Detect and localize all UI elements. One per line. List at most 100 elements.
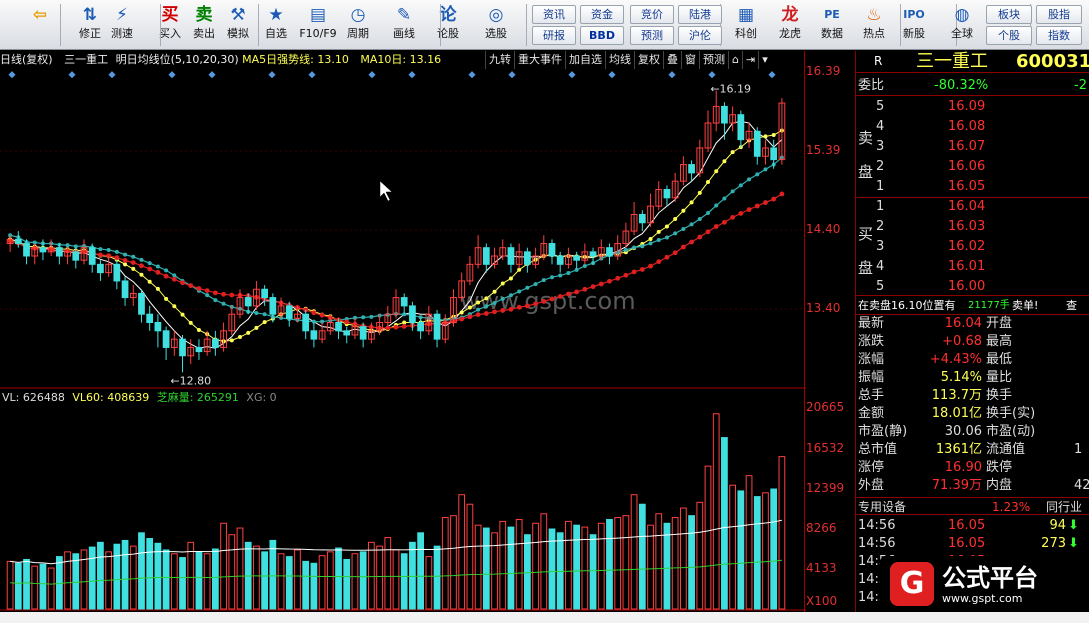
tick-row: 14:56 16.05 94 ⬇: [856, 517, 1089, 535]
candle-body: [211, 338, 219, 348]
candle-body: [72, 251, 80, 261]
chart-tab-6[interactable]: 窗: [681, 51, 699, 69]
toolbar-button-10[interactable]: 论论股: [428, 3, 468, 47]
toolbar-button-6[interactable]: ★ 自选: [256, 3, 296, 47]
volume-bar: [450, 515, 457, 610]
quick-button-6[interactable]: 预测: [630, 26, 674, 45]
ask-row[interactable]: 3 16.07: [856, 137, 1089, 157]
far-button-2[interactable]: 个股: [986, 26, 1032, 45]
volume-chart[interactable]: [0, 389, 806, 612]
toolbar-right-button-5[interactable]: ◍ 全球: [942, 3, 982, 47]
far-button-0[interactable]: 板块: [986, 5, 1032, 24]
toolbar-right-button-1[interactable]: 龙龙虎: [770, 3, 810, 47]
logo-text: 公式平台: [942, 563, 1038, 592]
chart-tab-5[interactable]: 叠: [663, 51, 681, 69]
volume-bar: [573, 524, 581, 610]
chart-tab-3[interactable]: 均线: [605, 51, 634, 69]
ma-dot: [180, 312, 185, 317]
stat-label: 涨幅: [858, 352, 885, 367]
bid-row[interactable]: 5 16.00: [856, 277, 1089, 297]
stock-title: 三一重工: [916, 51, 988, 72]
ma-dot: [541, 299, 547, 304]
period-label[interactable]: 日线(复权): [0, 53, 53, 66]
ma-dot: [238, 335, 242, 340]
ma-dot: [212, 290, 218, 296]
far-button-1[interactable]: 股指: [1036, 5, 1082, 24]
volume-bar: [491, 532, 498, 610]
candle-body: [55, 247, 63, 257]
mouse-cursor-icon: [379, 180, 393, 202]
ma-dot: [582, 263, 587, 268]
toolbar-button-7[interactable]: ▤ F10/F9: [298, 3, 338, 47]
quick-button-4[interactable]: 研报: [532, 26, 576, 45]
pencil-icon: ✎: [396, 5, 412, 25]
jump-icon[interactable]: ⇥: [741, 51, 758, 69]
volume-bar: [507, 526, 515, 610]
toolbar-button-5[interactable]: ⚒ 模拟: [218, 3, 258, 47]
quick-button-5[interactable]: BBD: [580, 26, 624, 45]
quick-button-3[interactable]: 陆港: [678, 5, 722, 24]
quick-button-7[interactable]: 沪伦: [678, 26, 722, 45]
toolbar-right-button-4[interactable]: IPO 新股: [894, 3, 934, 47]
toolbar-button-9[interactable]: ✎ 画线: [384, 3, 424, 47]
ask-row[interactable]: 5 16.09: [856, 97, 1089, 117]
toolbar-button-label: 模拟: [227, 27, 249, 40]
ma-dot: [123, 262, 128, 267]
ma-dot: [623, 247, 628, 252]
industry-button[interactable]: 同行业: [1046, 498, 1082, 516]
volume-bar: [425, 556, 433, 610]
toolbar-button-11[interactable]: ◎ 选股: [476, 3, 516, 47]
home-icon[interactable]: ⌂: [728, 51, 742, 69]
bid-row[interactable]: 4 16.01: [856, 257, 1089, 277]
bid-row[interactable]: 3 16.02: [856, 237, 1089, 257]
volume-bar: [745, 475, 753, 610]
candle-body: [433, 313, 441, 340]
ma-dot: [262, 312, 267, 317]
quick-button-2[interactable]: 竞价: [630, 5, 674, 24]
volume-bar: [409, 541, 416, 610]
chart-tab-4[interactable]: 复权: [634, 51, 663, 69]
fire-icon: ♨: [866, 5, 882, 25]
ma-dot: [656, 259, 662, 265]
chart-tab-7[interactable]: 预测: [699, 51, 728, 69]
toolbar-button-0[interactable]: ⇦: [20, 3, 60, 47]
ma-dot: [476, 300, 481, 305]
dropdown-icon[interactable]: ▾: [758, 51, 771, 69]
quick-button-0[interactable]: 资讯: [532, 5, 576, 24]
ma-dot: [664, 254, 670, 260]
notice-button[interactable]: 查: [1066, 296, 1077, 316]
toolbar: ⇦ ⇅ 修正 ⚡ 测速 买买入 卖卖出 ⚒ 模拟 ★ 自选 ▤ F10/F9 ◷ 周期 ✎ 画线论论股 ◎ 选股 资讯…: [0, 0, 1089, 50]
kline-chart[interactable]: www.gspt.com ←16.19 ←12.80: [0, 69, 806, 389]
toolbar-button-label: 热点: [863, 27, 885, 40]
ask-row[interactable]: 1 16.05: [856, 177, 1089, 197]
ma-dot: [771, 196, 777, 202]
ma-dot: [229, 338, 234, 343]
toolbar-button-8[interactable]: ◷ 周期: [338, 3, 378, 47]
quick-button-1[interactable]: 资金: [580, 5, 624, 24]
volume-tick: 16532: [806, 441, 845, 455]
far-button-3[interactable]: 指数: [1036, 26, 1082, 45]
chart-tab-2[interactable]: 加自选: [565, 51, 605, 69]
ask-price: 16.07: [948, 139, 986, 154]
chart-tab-1[interactable]: 重大事件: [514, 51, 565, 69]
ask-row[interactable]: 2 16.06: [856, 157, 1089, 177]
candle-body: [39, 247, 47, 253]
volume-bar: [704, 465, 712, 610]
tick-time: 14:56: [858, 536, 896, 551]
toolbar-right-button-0[interactable]: ▦ 科创: [726, 3, 766, 47]
ma-dot: [639, 267, 645, 272]
stock-pick-icon: ◎: [488, 5, 504, 25]
ma-dot: [557, 294, 563, 299]
ask-row[interactable]: 4 16.08: [856, 117, 1089, 137]
toolbar-button-2[interactable]: ⚡ 测速: [102, 3, 142, 47]
ma-dot: [730, 189, 735, 194]
ma-dot: [484, 304, 489, 309]
bid-row[interactable]: 1 16.04: [856, 197, 1089, 217]
stat-label-2: 跌停: [986, 460, 1013, 475]
toolbar-right-button-2[interactable]: PE 数据: [812, 3, 852, 47]
chart-tab-0[interactable]: 九转: [485, 51, 514, 69]
stat-row: 涨幅 +4.43% 最低: [856, 351, 1089, 369]
toolbar-right-button-3[interactable]: ♨ 热点: [854, 3, 894, 47]
volume-tick: 12399: [806, 481, 845, 495]
bid-row[interactable]: 2 16.03: [856, 217, 1089, 237]
